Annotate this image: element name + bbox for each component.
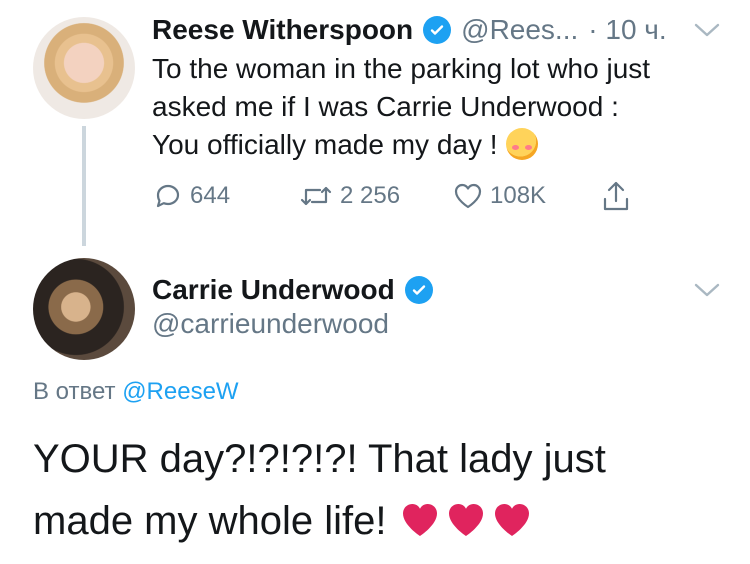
- tweet-reese[interactable]: Reese Witherspoon @Rees... · 10 ч. To th…: [0, 0, 750, 246]
- reply-prefix: В ответ: [33, 378, 116, 405]
- author-name[interactable]: Reese Witherspoon: [152, 14, 413, 46]
- tweet-text-segment: made my whole life!: [33, 499, 387, 543]
- smiling-face-with-hearts-icon: [505, 128, 538, 160]
- tweet-time[interactable]: · 10 ч.: [588, 14, 666, 46]
- red-heart-icon: [449, 504, 484, 536]
- tweet-text: To the woman in the parking lot who just…: [152, 50, 732, 164]
- red-heart-icon: [495, 504, 530, 536]
- author-handle[interactable]: @Rees...: [461, 14, 578, 46]
- tweet-text-line: asked me if I was Carrie Underwood :: [152, 91, 619, 122]
- share-button[interactable]: [600, 176, 632, 216]
- tweet2-text: YOUR day?!?!?!?! That lady just made my …: [33, 428, 733, 552]
- retweet-button[interactable]: 2 256: [298, 176, 400, 216]
- tweet-actions: 644 2 256 108K: [152, 176, 642, 216]
- reply-icon: [156, 184, 180, 208]
- thread-connector: [82, 126, 86, 246]
- reply-count: 644: [190, 182, 231, 209]
- tweet-text-line-last: You officially made my day !: [152, 126, 732, 164]
- like-button[interactable]: 108K: [452, 176, 546, 216]
- chevron-down-icon[interactable]: [694, 282, 720, 298]
- replying-to: В ответ @ReeseW: [33, 378, 239, 406]
- retweet-icon: [300, 186, 332, 206]
- reply-target-link[interactable]: @ReeseW: [122, 378, 238, 405]
- verified-badge-icon: [404, 276, 433, 304]
- author-name[interactable]: Carrie Underwood: [152, 274, 395, 306]
- reply-button[interactable]: 644: [152, 176, 230, 216]
- tweet-text-line: To the woman in the parking lot who just: [152, 53, 651, 84]
- like-icon: [454, 183, 482, 209]
- chevron-down-icon[interactable]: [694, 22, 720, 38]
- like-count: 108K: [490, 182, 547, 209]
- author-handle[interactable]: @carrieunderwood: [152, 308, 389, 340]
- red-heart-icon: [403, 504, 438, 536]
- avatar-reese[interactable]: [33, 17, 135, 119]
- tweet2-header: Carrie Underwood: [152, 270, 433, 310]
- share-icon: [603, 181, 629, 211]
- verified-badge-icon: [423, 16, 452, 44]
- tweet-text-line: YOUR day?!?!?!?! That lady just: [33, 437, 606, 481]
- avatar-carrie[interactable]: [33, 258, 135, 360]
- tweet-text-segment: You officially made my day !: [152, 129, 498, 160]
- tweet-text-line-last: made my whole life!: [33, 490, 733, 552]
- tweet-header: Reese Witherspoon @Rees... · 10 ч.: [152, 10, 667, 50]
- retweet-count: 2 256: [340, 182, 401, 209]
